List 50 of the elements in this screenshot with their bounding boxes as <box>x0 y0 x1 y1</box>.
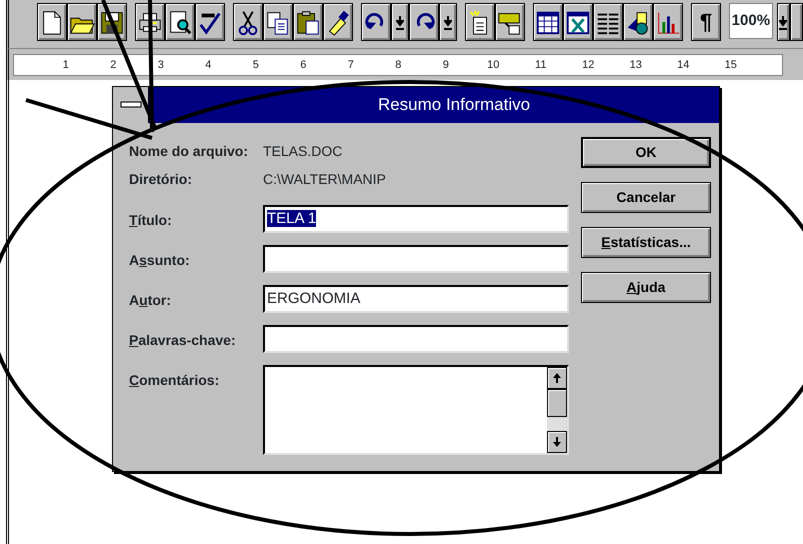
toolbar-button[interactable] <box>67 3 97 41</box>
toolbar-button[interactable] <box>465 3 495 41</box>
field-label: Autor: <box>129 291 172 310</box>
toolbar-button[interactable] <box>323 3 353 41</box>
minus-icon <box>120 101 142 109</box>
up-arrow-icon <box>552 372 562 384</box>
dialog-button[interactable]: Estatísticas... <box>581 227 711 258</box>
toolbar-button[interactable] <box>653 3 683 41</box>
toolbar-button[interactable]: ¶ <box>691 3 721 41</box>
toolbar-button[interactable] <box>790 3 803 41</box>
toolbar-button[interactable] <box>593 3 623 41</box>
zoom-field[interactable]: 100% <box>729 3 773 39</box>
down-arrow-icon <box>552 436 562 448</box>
comments-field[interactable] <box>263 365 569 455</box>
toolbar-button[interactable] <box>623 3 653 41</box>
toolbar-button[interactable] <box>195 3 225 41</box>
info-label: Nome do arquivo: <box>129 142 250 161</box>
field-label: Comentários: <box>129 371 220 390</box>
toolbar-button[interactable] <box>391 3 409 41</box>
toolbar-button[interactable] <box>361 3 391 41</box>
dialog-title: Resumo Informativo <box>376 94 532 116</box>
text-field[interactable] <box>263 325 569 353</box>
field-label: Título: <box>129 211 173 230</box>
scroll-up-button[interactable] <box>547 367 567 389</box>
toolbar-button[interactable] <box>233 3 263 41</box>
toolbar-button[interactable] <box>563 3 593 41</box>
toolbar-button[interactable] <box>439 3 457 41</box>
scroll-thumb[interactable] <box>547 389 567 417</box>
text-field[interactable]: TELA 1 <box>263 205 569 233</box>
toolbar-button[interactable] <box>293 3 323 41</box>
field-label: Palavras-chave: <box>129 331 237 350</box>
dialog-button[interactable]: Cancelar <box>581 182 711 213</box>
info-value: C:\WALTER\MANIP <box>263 170 386 188</box>
ruler: 1 2 3 4 5 6 7 8 9 10 11 12 13 14 15 <box>13 54 783 76</box>
toolbar-button[interactable] <box>533 3 563 41</box>
zoom-dropdown-button[interactable] <box>776 3 790 41</box>
info-label: Diretório: <box>129 170 193 188</box>
toolbar-button[interactable] <box>263 3 293 41</box>
text-field[interactable] <box>263 245 569 273</box>
dialog-button[interactable]: OK <box>581 137 711 168</box>
text-field[interactable]: ERGONOMIA <box>263 285 569 313</box>
dialog-button[interactable]: Ajuda <box>581 272 711 303</box>
toolbar-button[interactable] <box>495 3 525 41</box>
system-menu-button[interactable] <box>113 87 149 123</box>
info-value: TELAS.DOC <box>263 142 342 160</box>
scroll-down-button[interactable] <box>547 431 567 453</box>
toolbar-button[interactable] <box>37 3 67 41</box>
field-label: Assunto: <box>129 251 191 270</box>
toolbar-button[interactable] <box>165 3 195 41</box>
toolbar-button[interactable] <box>409 3 439 41</box>
